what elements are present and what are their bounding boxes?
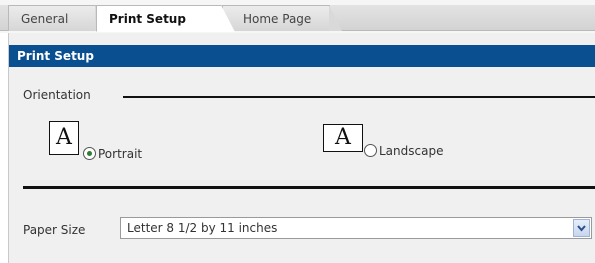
portrait-label[interactable]: Portrait <box>98 147 142 161</box>
chevron-down-icon <box>577 225 586 232</box>
tab-strip: General Print Setup Home Page <box>0 0 595 33</box>
tab-print-setup[interactable]: Print Setup <box>96 5 235 32</box>
portrait-page-icon: A <box>49 121 79 155</box>
landscape-radio[interactable] <box>364 144 377 157</box>
tab-home-page-label: Home Page <box>243 12 312 26</box>
landscape-label[interactable]: Landscape <box>379 144 443 158</box>
tab-general-label: General <box>21 12 69 26</box>
portrait-radio[interactable] <box>83 147 96 160</box>
tab-general[interactable]: General <box>8 5 108 31</box>
section-header: Print Setup <box>9 45 595 67</box>
dropdown-button[interactable] <box>573 219 590 237</box>
tab-print-setup-label: Print Setup <box>109 12 186 26</box>
tab-home-page[interactable]: Home Page <box>222 5 342 31</box>
section-divider <box>23 186 595 189</box>
paper-size-label: Paper Size <box>23 223 86 237</box>
print-setup-panel: Print Setup Orientation A Portrait A Lan… <box>8 33 595 263</box>
orientation-label: Orientation <box>23 88 91 102</box>
paper-size-value: Letter 8 1/2 by 11 inches <box>127 221 278 235</box>
orientation-divider <box>123 96 595 98</box>
paper-size-select[interactable]: Letter 8 1/2 by 11 inches <box>120 217 592 239</box>
landscape-page-icon: A <box>323 124 363 152</box>
